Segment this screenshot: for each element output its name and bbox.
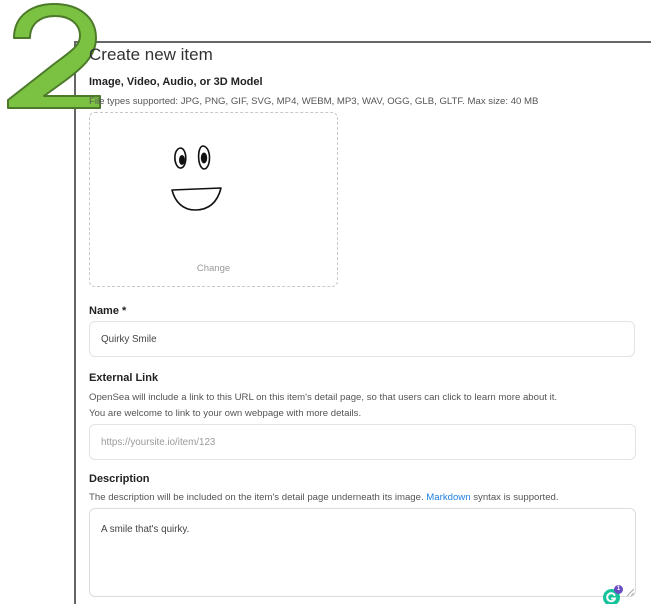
resize-handle-icon[interactable] — [626, 588, 634, 596]
description-label: Description — [89, 473, 150, 485]
media-upload-area[interactable]: Change — [89, 112, 338, 287]
frame-left-border — [74, 41, 76, 604]
change-media-button[interactable]: Change — [90, 263, 337, 274]
description-help-text: The description will be included on the … — [89, 492, 559, 503]
media-heading: Image, Video, Audio, or 3D Model — [89, 76, 263, 88]
frame-top-border — [74, 41, 651, 43]
smile-image — [171, 145, 222, 211]
description-help-before: The description will be included on the … — [89, 492, 424, 503]
external-link-placeholder: https://yoursite.io/item/123 — [101, 436, 216, 448]
media-help-text: File types supported: JPG, PNG, GIF, SVG… — [89, 96, 539, 107]
external-link-help-line1: OpenSea will include a link to this URL … — [89, 392, 558, 403]
description-value: A smile that's quirky. — [101, 524, 190, 535]
grammarly-badge: 1 — [614, 585, 623, 594]
description-textarea[interactable]: A smile that's quirky. — [89, 508, 636, 597]
name-label: Name * — [89, 305, 127, 317]
description-help-after: syntax is supported. — [473, 492, 559, 503]
name-input[interactable]: Quirky Smile — [89, 321, 635, 357]
markdown-link[interactable]: Markdown — [426, 492, 470, 503]
name-input-value: Quirky Smile — [101, 333, 157, 345]
external-link-input[interactable]: https://yoursite.io/item/123 — [89, 424, 636, 460]
external-link-label: External Link — [89, 372, 159, 384]
page-title: Create new item — [89, 45, 213, 64]
external-link-help-line2: You are welcome to link to your own webp… — [89, 408, 362, 419]
